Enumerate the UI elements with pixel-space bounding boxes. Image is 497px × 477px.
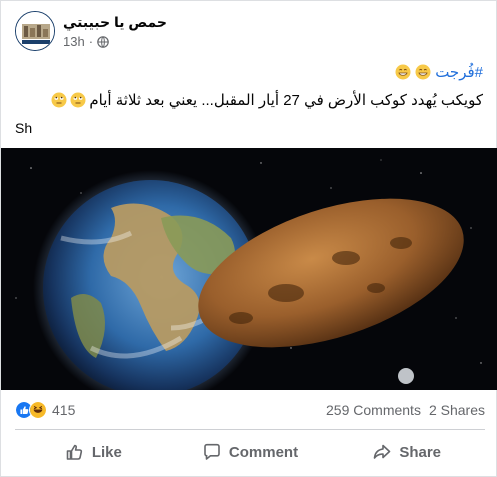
comments-count[interactable]: 259 Comments <box>326 402 421 418</box>
meta-separator: · <box>88 34 94 49</box>
like-label: Like <box>91 443 122 461</box>
post-meta: 13h · <box>63 34 109 49</box>
post-hashtag-line: #فُرجت <box>395 63 483 81</box>
thumbs-up-icon <box>66 444 82 460</box>
share-arrow-icon <box>374 444 391 459</box>
share-label: Share <box>399 443 442 461</box>
like-button[interactable]: Like <box>15 433 172 471</box>
shares-count[interactable]: 2 Shares <box>429 402 485 418</box>
post-card: حمص يا حبيبتي 13h · #فُرجت كويكب يُهدد ك… <box>0 0 497 477</box>
rolling-eyes-face-icon <box>70 92 86 108</box>
globe-icon <box>97 35 109 48</box>
post-header: حمص يا حبيبتي 13h · <box>15 11 485 55</box>
reactions-count: 415 <box>52 402 76 418</box>
hashtag-link[interactable]: #فُرجت <box>435 63 483 81</box>
page-name[interactable]: حمص يا حبيبتي <box>63 14 167 31</box>
engagement-counts: 259 Comments 2 Shares <box>326 402 485 418</box>
post-time[interactable]: 13h <box>63 34 85 49</box>
page-avatar[interactable] <box>15 11 55 51</box>
share-button[interactable]: Share <box>328 433 485 471</box>
comment-icon <box>204 443 220 460</box>
asteroid-earth-illustration <box>1 148 497 390</box>
post-text: كويكب يُهدد كوكب الأرض في 27 أيار المقبل… <box>89 92 483 109</box>
post-stats: 415 259 Comments 2 Shares <box>15 401 485 423</box>
rolling-eyes-face-icon <box>51 92 67 108</box>
grinning-face-icon <box>395 64 411 80</box>
post-extra-text: Sh <box>15 120 33 136</box>
post-image[interactable] <box>1 148 497 390</box>
comment-button[interactable]: Comment <box>172 433 329 471</box>
reactions-summary[interactable]: 415 <box>15 401 75 419</box>
post-text-line: كويكب يُهدد كوكب الأرض في 27 أيار المقبل… <box>51 91 483 109</box>
post-actions: Like Comment Share <box>15 433 485 471</box>
actions-divider <box>15 429 485 430</box>
haha-reaction-icon <box>29 401 47 419</box>
comment-label: Comment <box>228 443 299 461</box>
grinning-face-icon <box>415 64 431 80</box>
